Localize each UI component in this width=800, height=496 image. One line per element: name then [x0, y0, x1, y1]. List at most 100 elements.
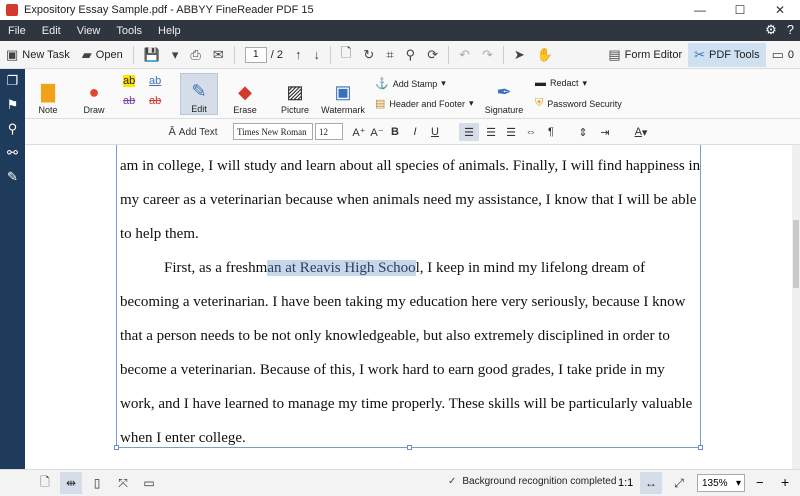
- rotate-button[interactable]: ↻: [357, 43, 380, 67]
- save-as-button[interactable]: ▾: [166, 43, 185, 67]
- text-line: First, as a freshman at Reavis High Scho…: [164, 260, 645, 277]
- paragraph-button[interactable]: ¶: [541, 123, 561, 141]
- resize-handle[interactable]: [698, 445, 703, 450]
- pdf-tools-button[interactable]: ✂ PDF Tools: [688, 43, 766, 67]
- italic-button[interactable]: I: [407, 123, 423, 141]
- scrollbar-thumb[interactable]: [793, 220, 799, 288]
- selected-text[interactable]: an at Reavis High Schoo: [267, 260, 416, 276]
- next-page-button[interactable]: ↓: [307, 43, 326, 67]
- justify-button[interactable]: ⇔: [521, 123, 541, 141]
- redact-icon: ▬: [535, 77, 546, 89]
- help-icon[interactable]: ?: [787, 22, 794, 38]
- select-tool-button[interactable]: ➤: [508, 43, 531, 67]
- two-page-view-button[interactable]: ▯: [86, 472, 108, 494]
- text-color-button[interactable]: A ▾: [629, 123, 653, 141]
- minimize-button[interactable]: —: [680, 0, 720, 20]
- menu-help[interactable]: Help: [150, 25, 189, 37]
- add-text-button[interactable]: Ā Add Text: [165, 123, 221, 141]
- align-left-button[interactable]: ☰: [459, 123, 479, 141]
- fit-width-zoom-button[interactable]: ↔: [640, 472, 662, 494]
- insert-text-button[interactable]: ab: [149, 95, 161, 107]
- actual-size-button[interactable]: 1:1: [618, 477, 633, 489]
- zoom-in-button[interactable]: +: [781, 474, 789, 490]
- resize-handle[interactable]: [114, 445, 119, 450]
- new-task-icon: ▣: [6, 46, 19, 62]
- font-name-select[interactable]: Times New Roman: [233, 123, 313, 140]
- maximize-button[interactable]: ☐: [720, 0, 760, 20]
- increase-font-button[interactable]: A⁺: [351, 123, 367, 141]
- add-stamp-button[interactable]: ⚓ Add Stamp ▾: [375, 77, 446, 90]
- highlight-button[interactable]: ab: [123, 75, 136, 87]
- prev-page-button[interactable]: ↑: [289, 43, 308, 67]
- settings-icon[interactable]: ⚙: [765, 22, 777, 38]
- redo-button[interactable]: ↷: [476, 43, 499, 67]
- fit-width-button[interactable]: ⇹: [60, 472, 82, 494]
- erase-button[interactable]: ◆ Erase: [228, 73, 262, 115]
- monitor-icon: ▭: [143, 476, 155, 490]
- bold-button[interactable]: B: [387, 123, 403, 141]
- attachments-icon[interactable]: ⚯: [7, 145, 18, 161]
- check-circle-icon: ✓: [448, 476, 457, 487]
- bookmarks-icon[interactable]: ⚑: [7, 97, 19, 113]
- indent-icon: ⇥: [600, 126, 610, 139]
- fit-page-button[interactable]: ⤧: [112, 472, 134, 494]
- undo-button[interactable]: ↶: [453, 43, 476, 67]
- align-center-button[interactable]: ☰: [481, 123, 501, 141]
- fit-page-icon: ⤧: [118, 475, 128, 490]
- indent-button[interactable]: ⇥: [595, 123, 615, 141]
- decrease-font-button[interactable]: A⁻: [369, 123, 385, 141]
- hand-tool-button[interactable]: ✋: [531, 43, 559, 67]
- signature-button[interactable]: ✒ Signature: [485, 73, 524, 115]
- header-footer-button[interactable]: ▤ Header and Footer ▾: [375, 97, 473, 110]
- search-icon[interactable]: ⚲: [8, 121, 18, 137]
- menu-tools[interactable]: Tools: [108, 25, 150, 37]
- left-sidebar: ❐ ⚑ ⚲ ⚯ ✎: [0, 69, 25, 469]
- text-line: work, and I have learned to manage my ti…: [120, 396, 693, 412]
- email-icon: ✉: [212, 46, 224, 62]
- underline-button[interactable]: ab: [149, 75, 161, 87]
- resize-handle[interactable]: [407, 445, 412, 450]
- picture-button[interactable]: ▨ Picture: [280, 73, 310, 115]
- underline-icon: ab: [149, 75, 162, 87]
- save-button[interactable]: 💾: [138, 43, 166, 67]
- signatures-icon[interactable]: ✎: [7, 169, 18, 185]
- document-view[interactable]: am in college, I will study and learn ab…: [25, 145, 792, 469]
- fit-page-zoom-button[interactable]: ⤢: [668, 472, 690, 494]
- underline-button[interactable]: U: [427, 123, 443, 141]
- draw-button[interactable]: ● Draw: [77, 73, 111, 115]
- strikeout-button[interactable]: ab: [123, 95, 135, 107]
- form-editor-button[interactable]: ▤ Form Editor: [602, 43, 688, 67]
- add-stamp-label: Add Stamp: [392, 78, 438, 89]
- recognize-button[interactable]: ⟳: [421, 43, 444, 67]
- text-line: when I enter college.: [120, 430, 246, 446]
- comments-button[interactable]: ▭ 0: [766, 43, 800, 67]
- open-button[interactable]: ▰ Open: [76, 43, 129, 67]
- single-page-view-button[interactable]: 🗋: [34, 472, 56, 494]
- pages-icon[interactable]: ❐: [7, 73, 19, 89]
- new-task-button[interactable]: ▣ New Task: [0, 43, 76, 67]
- menu-view[interactable]: View: [69, 25, 109, 37]
- note-button[interactable]: ▇ Note: [33, 73, 63, 115]
- image-settings-button[interactable]: ⚲: [400, 43, 422, 67]
- line-spacing-button[interactable]: ⇕: [573, 123, 593, 141]
- menu-edit[interactable]: Edit: [34, 25, 69, 37]
- print-button[interactable]: ⎙: [184, 43, 206, 67]
- picture-label: Picture: [280, 105, 309, 115]
- watermark-button[interactable]: ▣ Watermark: [321, 73, 365, 115]
- edit-button[interactable]: ✎ Edit: [180, 73, 218, 115]
- email-button[interactable]: ✉: [207, 43, 230, 67]
- add-page-button[interactable]: 🗋: [335, 43, 357, 67]
- full-screen-button[interactable]: ▭: [138, 472, 160, 494]
- vertical-scrollbar[interactable]: [792, 145, 800, 469]
- align-right-button[interactable]: ☰: [501, 123, 521, 141]
- menu-file[interactable]: File: [0, 25, 34, 37]
- redact-button[interactable]: ▬ Redact ▾: [535, 77, 587, 89]
- zoom-out-button[interactable]: −: [756, 475, 764, 490]
- comment-icon: ▭: [771, 47, 784, 62]
- password-security-button[interactable]: ⛨ Password Security: [535, 97, 622, 110]
- zoom-select[interactable]: 135% ▾: [697, 474, 745, 492]
- close-button[interactable]: ✕: [760, 0, 800, 20]
- font-size-select[interactable]: 12: [315, 123, 343, 140]
- page-number-input[interactable]: 1: [244, 46, 267, 63]
- crop-button[interactable]: ⌗: [380, 43, 399, 67]
